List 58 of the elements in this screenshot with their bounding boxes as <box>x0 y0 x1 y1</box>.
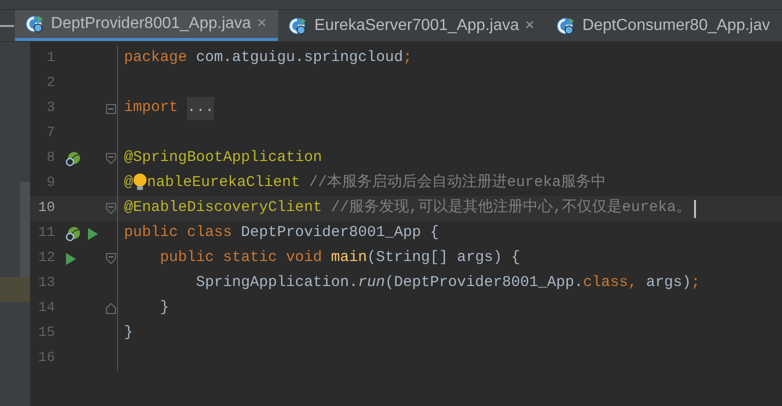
spring-app-icon <box>288 16 308 36</box>
code-token: nableEurekaClient <box>147 173 302 194</box>
line-number: 1 <box>46 49 55 68</box>
line-number: 10 <box>37 199 55 218</box>
code-token: ; <box>691 273 700 294</box>
editor-tab[interactable]: DeptConsumer80_App.jav <box>546 10 782 41</box>
fold-icon[interactable] <box>106 303 116 314</box>
run-icon[interactable] <box>65 252 77 266</box>
fold-icon[interactable] <box>106 253 116 264</box>
line-number: 8 <box>46 149 55 168</box>
spring-app-icon <box>556 16 576 36</box>
run-icon[interactable] <box>87 226 99 240</box>
code-comment: //服务发现,可以是其他注册中心,不仅仅是eureka。 <box>331 197 692 218</box>
code-token: ... <box>187 97 214 120</box>
spring-bean-icon[interactable] <box>65 150 81 166</box>
code-token: } <box>124 323 134 344</box>
fold-icon[interactable] <box>106 104 116 114</box>
line-number: 16 <box>37 349 55 368</box>
code-token: public class <box>124 223 234 244</box>
line-number: 14 <box>37 299 55 318</box>
line-number: 11 <box>37 224 55 243</box>
line-number: 3 <box>46 99 55 118</box>
code-token: @EnableDiscoveryClient <box>124 198 324 218</box>
line-number: 2 <box>46 74 55 93</box>
line-number: 7 <box>46 124 55 143</box>
code-token: main <box>331 248 368 268</box>
lightbulb-icon[interactable] <box>133 172 148 190</box>
code-token: (String[] args) { <box>367 248 520 268</box>
close-icon[interactable]: × <box>257 12 266 36</box>
code-token: package <box>124 48 188 68</box>
code-token: public static void <box>160 248 324 268</box>
code-token: DeptProvider8001_App { <box>241 223 440 244</box>
minimize-icon[interactable] <box>0 24 14 26</box>
line-number: 12 <box>37 249 55 268</box>
editor-tab[interactable]: DeptProvider8001_App.java × <box>14 10 278 41</box>
code-token: run <box>358 273 386 294</box>
highlight-strip <box>0 277 30 302</box>
close-icon[interactable]: × <box>524 14 534 38</box>
code-token: SpringApplication. <box>196 273 358 294</box>
code-token: ; <box>403 48 412 68</box>
code-token: com.atguigu.springcloud <box>196 48 404 68</box>
code-token: @SpringBootApplication <box>124 148 322 168</box>
code-token: (DeptProvider8001_App. <box>385 273 584 294</box>
code-token: class, <box>583 273 638 294</box>
code-comment: //本服务启动后会自动注册进eureka服务中 <box>309 172 606 194</box>
line-number: 9 <box>46 174 55 193</box>
code-token: } <box>160 298 170 318</box>
editor-tab[interactable]: EurekaServer7001_App.java × <box>278 10 546 41</box>
fold-icon[interactable] <box>106 153 116 164</box>
spring-app-icon <box>24 14 45 34</box>
spring-bean-icon[interactable] <box>65 226 81 242</box>
code-token: import <box>124 98 180 118</box>
code-token: args) <box>646 273 692 294</box>
line-number: 15 <box>37 324 55 343</box>
fold-icon[interactable] <box>106 203 116 214</box>
text-cursor <box>694 200 696 218</box>
line-number: 13 <box>37 274 55 293</box>
code-token: @ <box>124 173 134 194</box>
